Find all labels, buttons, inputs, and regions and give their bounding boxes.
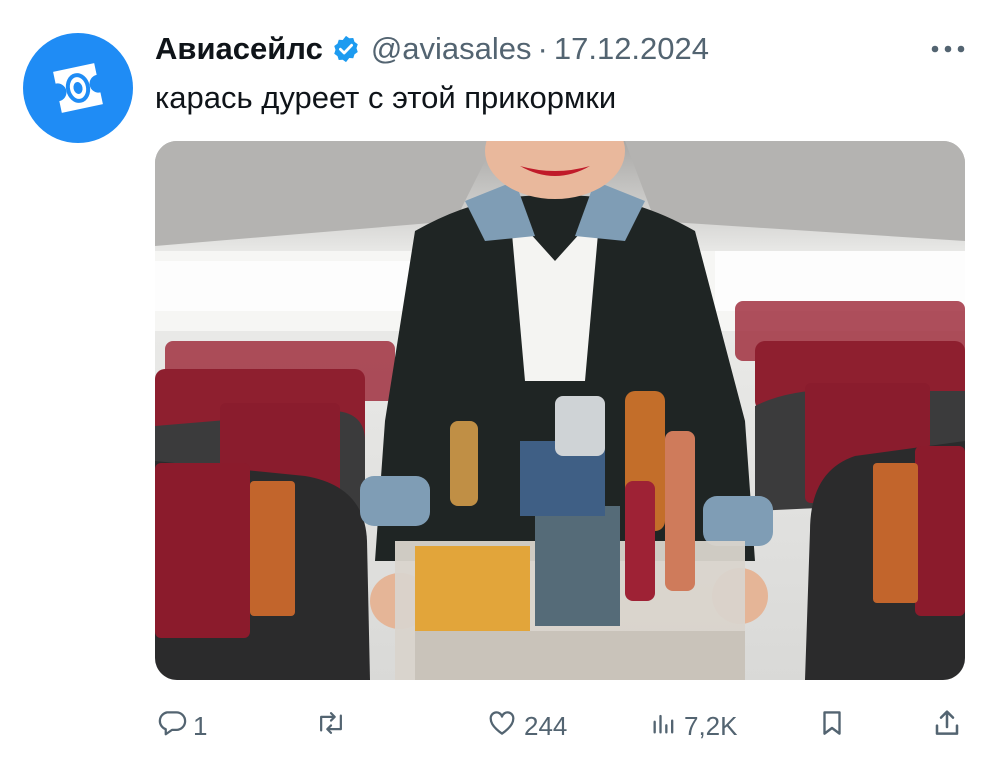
repost-icon (315, 708, 347, 745)
more-options-icon[interactable] (926, 31, 970, 67)
share-button[interactable] (931, 700, 963, 752)
tweet-text: карась дуреет с этой прикормки (155, 80, 617, 115)
repost-button[interactable] (315, 700, 353, 752)
author-name[interactable]: Авиасейлс (155, 31, 323, 67)
bookmark-icon (817, 707, 847, 746)
views-chart-icon (650, 708, 678, 745)
flight-attendant-photo (155, 141, 965, 680)
tweet-header: Авиасейлс @aviasales · 17.12.2024 (155, 27, 970, 71)
like-count: 244 (524, 710, 568, 741)
heart-icon (486, 708, 518, 745)
views-count: 7,2K (684, 710, 738, 741)
tweet-date[interactable]: 17.12.2024 (554, 31, 709, 67)
views-button[interactable]: 7,2K (650, 700, 738, 752)
aviasales-logo-icon (53, 63, 103, 113)
reply-button[interactable]: 1 (157, 700, 207, 752)
share-icon (931, 707, 963, 746)
reply-count: 1 (193, 710, 208, 741)
header-separator: · (537, 31, 548, 66)
like-button[interactable]: 244 (486, 700, 567, 752)
reply-icon (157, 708, 187, 745)
author-handle[interactable]: @aviasales (371, 31, 532, 67)
tweet-photo[interactable] (155, 141, 965, 680)
avatar[interactable] (23, 33, 133, 143)
bookmark-button[interactable] (817, 700, 847, 752)
tweet-actions-bar: 1 244 7,2K (155, 700, 965, 752)
verified-badge-icon (331, 34, 361, 64)
